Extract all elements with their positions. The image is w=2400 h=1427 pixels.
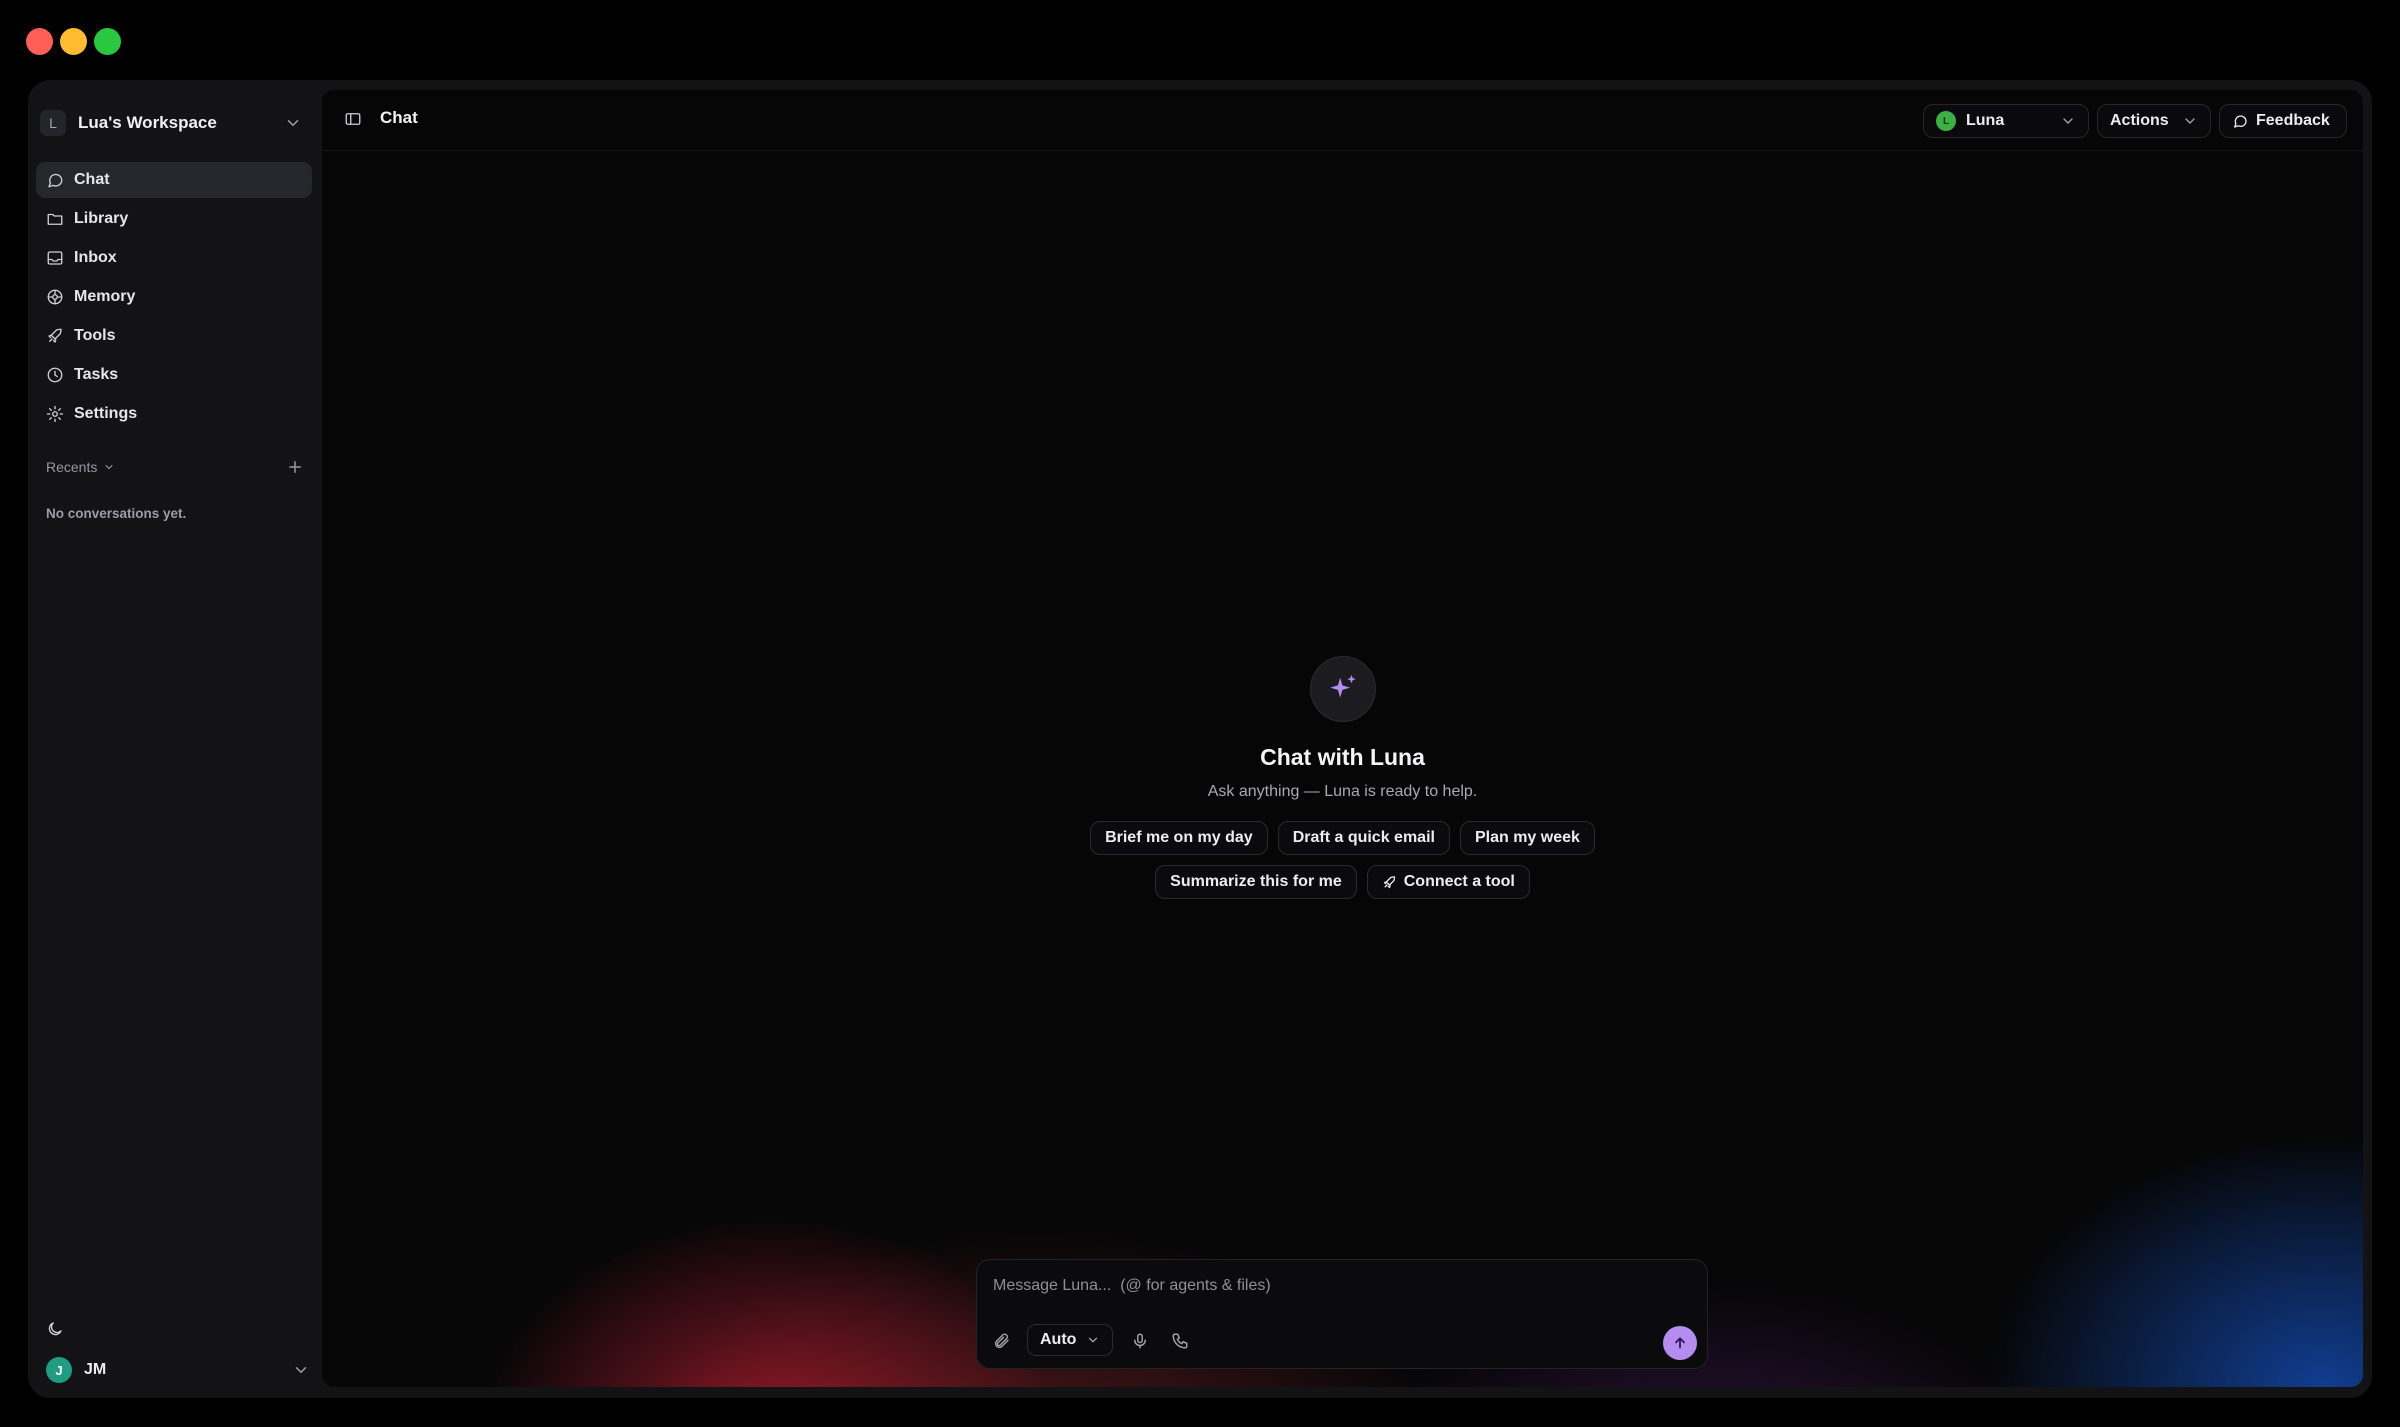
sidebar-item-label: Inbox xyxy=(74,249,117,266)
rocket-icon xyxy=(1383,875,1395,888)
sidebar-item-memory[interactable]: Memory xyxy=(36,279,312,315)
phone-icon[interactable] xyxy=(1171,1332,1189,1350)
suggestion-chip[interactable]: Plan my week xyxy=(1459,821,1595,855)
sidebar-item-settings[interactable]: Settings xyxy=(36,396,312,432)
user-menu[interactable]: J JM xyxy=(46,1356,310,1384)
plus-icon[interactable] xyxy=(286,458,304,476)
sidebar-item-label: Library xyxy=(74,210,129,227)
sidebar-item-label: Chat xyxy=(74,171,110,188)
maximize-window-button[interactable] xyxy=(94,28,121,55)
feedback-button[interactable]: Feedback xyxy=(2219,104,2347,138)
sidebar-item-label: Memory xyxy=(74,288,136,305)
recents-header: Recents xyxy=(46,458,304,476)
sidebar-item-label: Tasks xyxy=(74,366,119,383)
agent-name: Luna xyxy=(1966,112,2005,129)
sparkle-icon xyxy=(1329,674,1356,698)
empty-state: Chat with Luna Ask anything — Luna is re… xyxy=(322,656,2363,899)
arrow-up-icon xyxy=(1675,1337,1685,1349)
actions-label: Actions xyxy=(2110,112,2169,129)
chevron-down-icon xyxy=(105,464,113,470)
sidebar: L Lua's Workspace Chat Library Inbox Mem… xyxy=(28,80,322,1398)
folder-icon xyxy=(47,213,63,225)
agent-selector[interactable]: L Luna xyxy=(1923,104,2089,138)
chevron-down-icon xyxy=(295,1367,307,1374)
suggestion-chip[interactable]: Draft a quick email xyxy=(1277,821,1450,855)
workspace-switcher[interactable]: L Lua's Workspace xyxy=(40,102,302,144)
top-bar: Chat L Luna Actions Feedback xyxy=(322,90,2363,151)
gear-icon xyxy=(46,405,64,423)
chip-label: Connect a tool xyxy=(1403,873,1515,890)
page-title: Chat xyxy=(380,108,418,127)
recents-label: Recents xyxy=(46,459,98,475)
empty-conversations-text: No conversations yet. xyxy=(46,506,187,521)
suggestion-chip[interactable]: Summarize this for me xyxy=(1155,865,1357,899)
rocket-icon xyxy=(48,328,62,343)
user-name: JM xyxy=(84,1361,107,1378)
sidebar-item-tools[interactable]: Tools xyxy=(36,318,312,354)
app-window: L Lua's Workspace Chat Library Inbox Mem… xyxy=(28,80,2372,1398)
send-button[interactable] xyxy=(1663,1326,1697,1360)
suggestion-chip[interactable]: Brief me on my day xyxy=(1090,821,1268,855)
recents-toggle[interactable]: Recents xyxy=(46,459,115,475)
message-composer: Auto xyxy=(976,1259,1708,1369)
sidebar-nav: Chat Library Inbox Memory Tools Tasks Se… xyxy=(36,162,312,435)
main-panel: Chat L Luna Actions Feedback Chat with L… xyxy=(322,90,2363,1387)
suggestion-row: Summarize this for me Connect a tool xyxy=(322,865,2363,899)
sidebar-item-library[interactable]: Library xyxy=(36,201,312,237)
chevron-down-icon xyxy=(2063,118,2073,124)
user-avatar: J xyxy=(46,1357,72,1383)
mode-label: Auto xyxy=(1040,1331,1077,1348)
sidebar-item-label: Tools xyxy=(74,327,116,344)
actions-button[interactable]: Actions xyxy=(2097,104,2211,138)
hero-title: Chat with Luna xyxy=(1260,744,1425,770)
minimize-window-button[interactable] xyxy=(60,28,87,55)
sidebar-item-inbox[interactable]: Inbox xyxy=(36,240,312,276)
mode-selector[interactable]: Auto xyxy=(1027,1324,1114,1356)
window-controls xyxy=(26,28,121,55)
paperclip-icon[interactable] xyxy=(993,1332,1011,1350)
sidebar-item-label: Settings xyxy=(74,405,138,422)
sidebar-toggle-icon[interactable] xyxy=(344,110,362,128)
feedback-label: Feedback xyxy=(2256,112,2330,129)
moon-icon[interactable] xyxy=(46,1320,64,1338)
connect-tool-chip[interactable]: Connect a tool xyxy=(1366,865,1530,899)
message-circle-icon xyxy=(2234,115,2247,128)
microphone-icon[interactable] xyxy=(1131,1332,1149,1350)
sidebar-item-chat[interactable]: Chat xyxy=(36,162,312,198)
inbox-icon xyxy=(47,251,63,265)
clock-icon xyxy=(47,367,63,383)
hero-subtitle: Ask anything — Luna is ready to help. xyxy=(1207,783,1478,800)
chevron-down-icon xyxy=(1089,1337,1098,1343)
chat-icon xyxy=(48,173,63,188)
message-input[interactable] xyxy=(991,1270,1675,1302)
workspace-name: Lua's Workspace xyxy=(78,113,217,132)
chevron-down-icon xyxy=(287,120,299,126)
memory-icon xyxy=(47,289,63,305)
close-window-button[interactable] xyxy=(26,28,53,55)
chevron-down-icon xyxy=(2185,118,2195,124)
workspace-avatar: L xyxy=(40,110,66,136)
sparkle-badge xyxy=(1309,656,1376,722)
sidebar-item-tasks[interactable]: Tasks xyxy=(36,357,312,393)
suggestion-row: Brief me on my day Draft a quick email P… xyxy=(322,821,2363,855)
agent-avatar: L xyxy=(1936,111,1956,131)
